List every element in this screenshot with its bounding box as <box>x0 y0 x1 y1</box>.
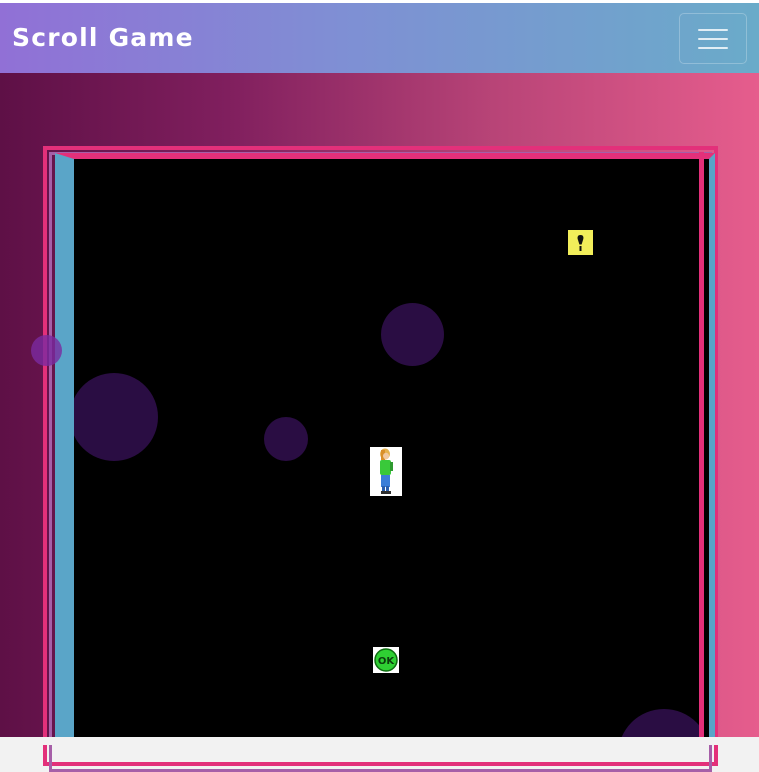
background-bubble <box>264 417 308 461</box>
hamburger-menu-icon <box>698 28 728 31</box>
hamburger-menu-icon <box>698 37 728 40</box>
background-bubble <box>618 709 699 737</box>
playfield[interactable]: OK <box>74 159 699 737</box>
navbar: Scroll Game <box>0 3 759 73</box>
player-character-icon <box>370 447 402 496</box>
ok-label: OK <box>378 656 396 667</box>
player-character[interactable] <box>370 447 402 496</box>
brand-title[interactable]: Scroll Game <box>12 23 194 52</box>
floating-bubble <box>31 335 62 366</box>
bottom-bar <box>0 737 759 745</box>
background-bubble <box>381 303 444 366</box>
exclamation-tile-icon <box>568 230 593 255</box>
ok-button-icon: OK <box>373 647 399 673</box>
exit-tile[interactable] <box>568 230 593 255</box>
ok-tile[interactable]: OK <box>373 647 399 673</box>
background-bubble <box>74 373 158 461</box>
hamburger-menu-button[interactable] <box>679 13 747 64</box>
hamburger-menu-icon <box>698 46 728 49</box>
frame-right-strip <box>699 152 704 737</box>
